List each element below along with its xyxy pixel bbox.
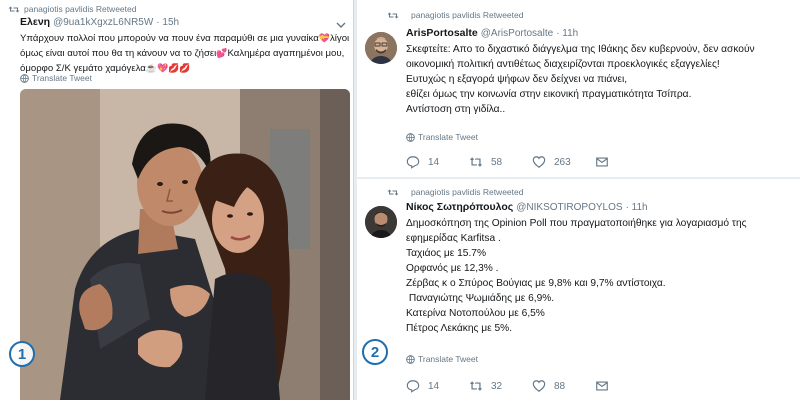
mail-icon [596,381,608,391]
reply-icon [406,156,420,169]
retweet-indicator[interactable]: panagiotis pavlidis Retweeted [387,187,523,197]
tweet-line: Πέτρος Λεκάκης με 5%. [406,323,513,334]
globe-icon [20,73,29,83]
tweet-line-tail: Καλημέρα αγαπημένοι μου, [227,48,345,59]
reply-count: 14 [428,380,440,392]
retweet-icon [469,157,483,167]
tweet-body: Υπάρχουν πολλοί που μπορούν να πουν ένα … [20,31,350,76]
annotation-number-badge: 2 [362,339,388,365]
retweet-label: panagiotis pavlidis Retweeted [411,10,524,20]
tweet-line: Κατερίνα Νοτοπούλου με 6,5% [406,308,545,319]
avatar[interactable] [365,32,397,64]
tweet-header: ArisPortosalte @ArisPortosalte · 11h [406,27,578,39]
globe-icon [406,354,415,364]
translate-label: Translate Tweet [32,73,93,83]
tweet-line: Παναγιώτης Ψωμιάδης με 6,9%. [406,293,555,304]
heart-icon [532,380,546,392]
author-handle[interactable]: @9ua1kXgxzL6NR5W [53,17,153,28]
retweet-indicator[interactable]: panagiotis pavlidis Retweeted [8,4,136,14]
tweet-body: Δημοσκόπηση της Opinion Poll που πραγματ… [406,216,798,336]
retweet-button[interactable]: 32 [469,379,532,393]
mail-icon [596,157,608,167]
retweet-label: panagiotis pavlidis Retweeted [411,187,524,197]
direct-message-button[interactable] [595,379,609,393]
tweet-line: Ταχιάος με 15.7% [406,248,487,259]
translate-label: Translate Tweet [418,354,479,364]
tweet-photo[interactable] [20,89,350,400]
tweet-separator [357,177,800,179]
translate-tweet-link[interactable]: Translate Tweet [20,73,92,83]
retweet-icon [469,381,483,391]
right-tweets-panel: panagiotis pavlidis Retweeted ArisPortos… [357,0,800,400]
avatar[interactable] [365,206,397,238]
reply-button[interactable]: 14 [406,379,469,393]
globe-icon [406,132,415,142]
retweet-icon [387,12,399,18]
tweet-actions: 14 32 88 [406,379,609,393]
retweet-button[interactable]: 58 [469,155,532,169]
like-count: 263 [554,156,571,168]
tweet-line: Ζέρβας κ ο Σπύρος Βούγιας με 9,8% και 9,… [406,278,666,289]
tweet-time[interactable]: · 11h [626,202,648,213]
retweet-count: 32 [491,380,503,392]
tweet-line: Σκεφτείτε: Απο το διχαστικό διάγγελμα τη… [406,44,755,55]
tweet-line: Υπάρχουν πολλοί που μπορούν να πουν ένα … [20,33,319,44]
reply-icon [406,380,420,393]
heart-emoji-icon: 💝 [318,33,330,43]
tweet-header: Ελενη @9ua1kXgxzL6NR5W · 15h [20,16,179,28]
tweet-line: Δημοσκόπηση της Opinion Poll που πραγματ… [406,218,747,229]
heart-icon [532,156,546,168]
author-name[interactable]: ArisPortosalte [406,27,478,39]
translate-label: Translate Tweet [418,132,479,142]
tweet-line: εφημερίδας Karfitsa . [406,233,501,244]
like-button[interactable]: 263 [532,155,595,169]
avatar-image [365,32,397,64]
direct-message-button[interactable] [595,155,609,169]
tweet-time[interactable]: · 11h [556,28,578,39]
author-handle[interactable]: @ArisPortosalte [481,28,553,39]
tweet-actions: 14 58 263 [406,155,609,169]
tweet-line-tail: λίγοι [329,33,350,44]
retweet-label: panagiotis pavlidis Retweeted [24,4,137,14]
retweet-count: 58 [491,156,503,168]
photo-illustration [20,89,350,400]
like-button[interactable]: 88 [532,379,595,393]
retweet-icon [387,189,399,195]
author-handle[interactable]: @NIKSOTIROPOYLOS [516,202,622,213]
tweet-line: οικονομική πολιτική αντιθέτως διαχειρίζο… [406,59,720,70]
tweet-line: Αντίστοση στη γιδίλα.. [406,104,506,115]
translate-tweet-link[interactable]: Translate Tweet [406,354,478,364]
tweet-line: Ορφανός με 12,3% . [406,263,499,274]
avatar-image [365,206,397,238]
retweet-indicator[interactable]: panagiotis pavlidis Retweeted [387,10,523,20]
reply-button[interactable]: 14 [406,155,469,169]
tweet-line: Ευτυχώς η εξαγορά ψήφων δεν δείχνει να π… [406,74,628,85]
tweet-body: Σκεφτείτε: Απο το διχαστικό διάγγελμα τη… [406,42,798,117]
translate-tweet-link[interactable]: Translate Tweet [406,132,478,142]
tweet-header: Νίκος Σωτηρόπουλος @NIKSOTIROPOYLOS · 11… [406,201,648,213]
tweet-line: εθίζει όμως την κοινωνία στην εικονική π… [406,89,692,100]
tweet-time[interactable]: · 15h [156,17,179,28]
like-count: 88 [554,380,566,392]
annotation-number-badge: 1 [9,341,35,367]
chevron-down-icon[interactable] [336,22,346,28]
left-tweet-panel: panagiotis pavlidis Retweeted Ελενη @9ua… [0,0,354,400]
author-name[interactable]: Ελενη [20,16,50,28]
retweet-icon [8,6,20,12]
tweet-line: όμως είναι αυτοί που θα τη κάνουν να το … [20,48,217,59]
reply-count: 14 [428,156,440,168]
author-name[interactable]: Νίκος Σωτηρόπουλος [406,201,513,213]
emoji-sequence-icon: ☕💖💋💋 [145,63,191,73]
heart-emoji-icon: 💕 [216,48,228,58]
